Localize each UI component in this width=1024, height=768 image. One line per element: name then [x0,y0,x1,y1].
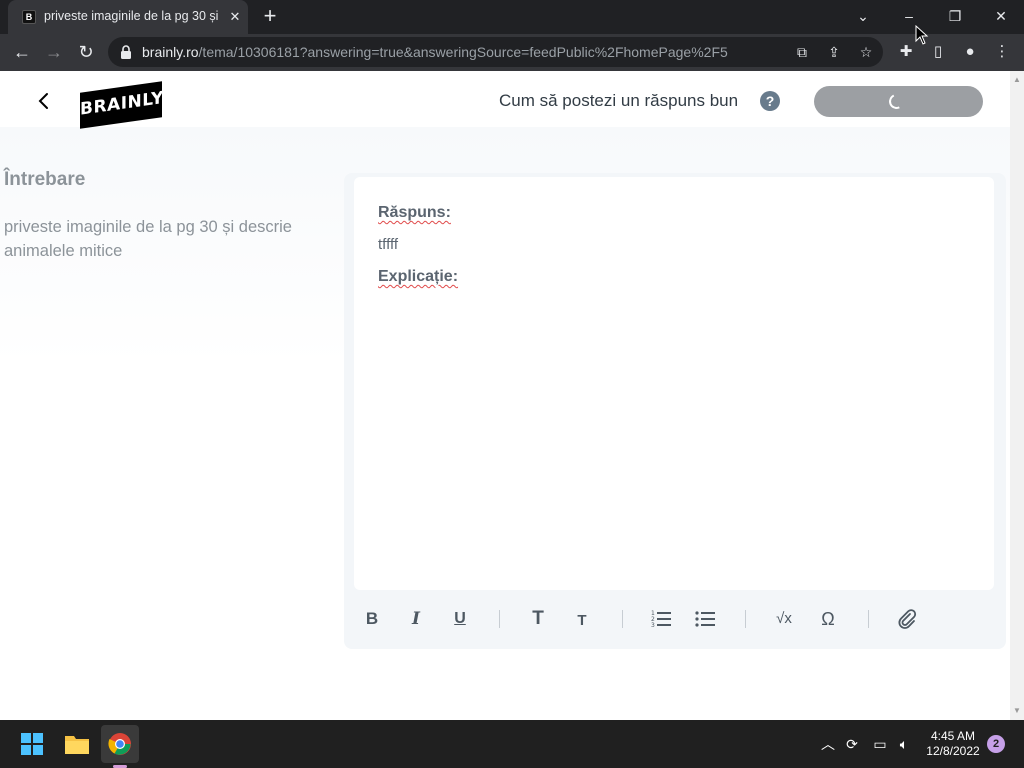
question-heading: Întrebare [4,169,86,190]
forward-icon[interactable]: → [40,38,68,66]
browser-tab[interactable]: B priveste imaginile de la pg 30 și desc… [8,0,248,34]
bold-icon[interactable]: B [359,606,385,632]
format-toolbar: B I U T T 1 2 3 √x Ω [354,590,994,647]
special-characters-icon[interactable]: Ω [815,606,841,632]
bullet-list-icon[interactable] [692,606,718,632]
address-bar[interactable]: brainly.ro/tema/10306181?answering=true&… [108,37,883,67]
notification-badge[interactable]: 2 [987,735,1005,753]
clock-time: 4:45 AM [930,729,976,743]
file-explorer-icon[interactable] [58,725,96,763]
restore-button[interactable]: ❐ [932,0,978,34]
profile-icon[interactable]: ● [958,40,982,64]
page-scrollbar[interactable] [1010,71,1024,720]
answer-label: Răspuns: [378,204,451,221]
attachment-icon[interactable] [894,606,920,632]
translate-icon[interactable]: ⧉ [792,42,812,62]
side-panel-icon[interactable]: ▯ [926,40,950,64]
bookmark-star-icon[interactable]: ☆ [856,42,876,62]
lock-icon[interactable] [120,45,132,59]
browser-tab-strip: B priveste imaginile de la pg 30 și desc… [0,0,1024,34]
toolbar-divider [745,610,746,628]
browser-toolbar: ← → ↻ brainly.ro/tema/10306181?answering… [0,34,1024,71]
reload-icon[interactable]: ↻ [72,38,100,66]
url-path: /tema/10306181?answering=true&answeringS… [198,44,728,60]
tab-title: priveste imaginile de la pg 30 și descri… [44,9,220,23]
toolbar-divider [499,610,500,628]
clock-date: 12/8/2022 [926,744,980,758]
toolbar-divider [622,610,623,628]
scroll-up-icon[interactable]: ▲ [1013,75,1021,84]
svg-text:3: 3 [651,622,655,629]
windows-taskbar: ︿ ⟳ ▭ 🔈︎ 4:45 AM 12/8/2022 2 [0,720,1024,768]
share-icon[interactable]: ⇪ [824,42,844,62]
answer-editor[interactable]: Răspuns: tffff Explicație: [354,177,994,590]
subheading-icon[interactable]: T [569,606,595,632]
back-arrow-icon[interactable] [34,91,54,111]
back-icon[interactable]: ← [8,38,36,66]
new-tab-button[interactable]: + [258,5,282,29]
page: BRAINLY Cum să postezi un răspuns bun ? … [0,71,1010,720]
network-icon[interactable]: ▭ [870,734,890,754]
help-icon[interactable]: ? [760,91,780,111]
menu-icon[interactable]: ⋮ [990,40,1014,64]
chrome-taskbar-button[interactable] [101,725,139,763]
how-to-answer-link[interactable]: Cum să postezi un răspuns bun [499,91,738,111]
underline-icon[interactable]: U [447,606,473,632]
brainly-logo[interactable]: BRAINLY [80,81,164,129]
toolbar-divider [868,610,869,628]
taskbar-clock[interactable]: 4:45 AM 12/8/2022 [918,729,988,759]
brainly-favicon-icon: B [22,10,36,24]
submit-answer-button[interactable] [814,86,983,117]
chrome-icon [108,733,131,755]
loading-spinner-icon [886,91,907,112]
close-window-button[interactable]: ✕ [978,0,1024,34]
numbered-list-icon[interactable]: 1 2 3 [648,606,674,632]
heading-icon[interactable]: T [525,606,551,632]
scroll-down-icon[interactable]: ▼ [1013,706,1021,715]
mouse-cursor-icon [915,25,929,45]
volume-icon[interactable]: 🔈︎ [894,734,914,754]
url-host: brainly.ro [142,44,199,60]
url-text[interactable]: brainly.ro/tema/10306181?answering=true&… [142,44,782,60]
square-root-icon[interactable]: √x [771,606,797,632]
tab-close-icon[interactable]: ✕ [225,7,245,27]
italic-icon[interactable]: I [403,606,429,632]
windows-start-icon[interactable] [13,725,51,763]
explanation-label: Explicație: [378,268,459,285]
tab-search-icon[interactable]: ⌄ [840,0,886,34]
sync-icon[interactable]: ⟳ [842,734,862,754]
tray-overflow-icon[interactable]: ︿ [818,734,838,754]
answer-text[interactable]: tffff [378,236,398,253]
question-text: priveste imaginile de la pg 30 și descri… [4,218,292,260]
